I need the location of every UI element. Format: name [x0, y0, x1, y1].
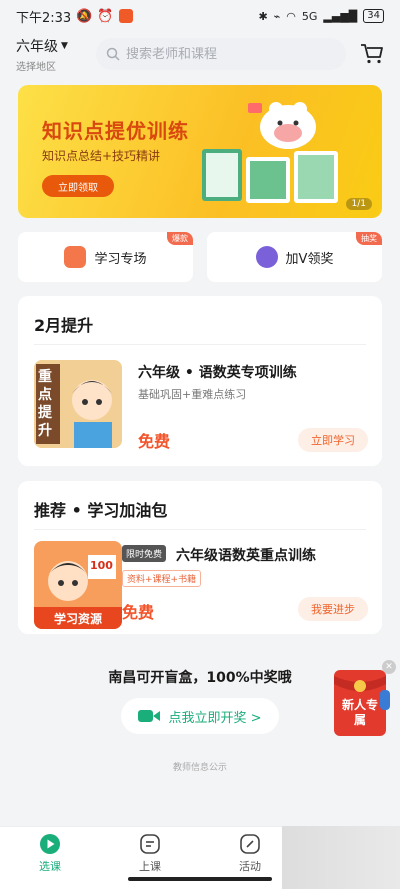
mute-icon: 🔕	[76, 8, 93, 24]
search-input[interactable]	[126, 46, 336, 62]
banner-title: 知识点提优训练	[42, 119, 189, 143]
app-notification-icon	[118, 9, 133, 23]
signal-icon: ▂▄▆█	[323, 9, 358, 23]
thumbnail-text: 学习资源	[53, 612, 102, 626]
close-icon[interactable]: ✕	[382, 660, 396, 674]
course-tags: 资料+课程+书籍	[122, 570, 202, 587]
thumbnail-score: 100	[90, 559, 113, 572]
teacher-info-link[interactable]: 教师信息公示	[0, 760, 400, 773]
divider	[34, 529, 366, 530]
divider	[34, 344, 366, 345]
section-february: 2月提升 重点提升 六年级 • 语数英专项训练 基础巩固+重难点练习 免费 立即…	[18, 296, 382, 466]
course-price: 免费	[122, 603, 155, 622]
video-icon	[138, 710, 161, 722]
limited-free-badge: 限时免费	[122, 545, 167, 562]
promo-banner[interactable]: 知识点提优训练 知识点总结+技巧精讲 立即领取 1/1	[18, 85, 382, 218]
tab-label: 活动	[239, 860, 261, 873]
vibrate-icon: ⌁	[273, 9, 281, 23]
compass-icon	[240, 834, 260, 854]
grade-selector[interactable]: 六年级 ▼ 选择地区	[16, 36, 82, 73]
home-indicator[interactable]	[128, 877, 272, 881]
wifi-icon: ◠	[286, 9, 296, 23]
section-recommend: 推荐 • 学习加油包 100 学习资源 限时免费 六年级语数英重点训练 资料+课…	[18, 481, 382, 634]
search-icon	[106, 47, 120, 61]
course-title[interactable]: 六年级语数英重点训练	[176, 545, 316, 565]
section-title: 2月提升	[34, 316, 94, 335]
tab-label: 选课	[39, 860, 61, 873]
course-desc: 基础巩固+重难点练习	[138, 388, 247, 401]
bluetooth-icon: ✱	[258, 9, 268, 23]
quick-card-label: 加V领奖	[285, 251, 334, 267]
header: 六年级 ▼ 选择地区	[0, 34, 400, 74]
class-icon	[140, 834, 160, 854]
quick-card-label: 学习专场	[94, 251, 147, 267]
start-learning-button[interactable]: 立即学习	[298, 428, 368, 452]
draw-prize-label: 点我立即开奖 >	[168, 710, 262, 726]
new-user-redpacket[interactable]: 新人专属	[332, 664, 392, 740]
status-bar: 下午2:33 🔕 ⏰ ✱ ⌁ ◠ 5G ▂▄▆█ 34	[0, 0, 400, 32]
play-circle-icon	[40, 834, 60, 854]
redpacket-text: 新人专属	[341, 698, 378, 727]
banner-page-indicator: 1/1	[345, 198, 372, 210]
battery-level: 34	[363, 9, 384, 23]
region-label: 选择地区	[16, 61, 56, 73]
caret-down-icon: ▼	[61, 40, 68, 51]
tab-label: 上课	[139, 860, 161, 873]
corner-overlay	[282, 826, 400, 889]
course-thumbnail[interactable]: 100 学习资源	[34, 541, 122, 629]
study-bag-icon	[64, 246, 87, 268]
banner-subtitle: 知识点总结+技巧精讲	[42, 149, 161, 163]
banner-claim-button[interactable]: 立即领取	[42, 175, 114, 197]
course-title[interactable]: 六年级 • 语数英专项训练	[138, 362, 297, 382]
course-price: 免费	[138, 432, 171, 451]
search-bar[interactable]	[96, 38, 346, 70]
section-title: 推荐 • 学习加油包	[34, 501, 168, 520]
quick-card-reward[interactable]: 加V领奖 抽奖	[207, 232, 382, 282]
network-type: 5G	[301, 9, 318, 23]
status-right: ✱ ⌁ ◠ 5G ▂▄▆█ 34	[258, 9, 384, 23]
lottery-tag: 抽奖	[356, 232, 382, 245]
cart-button[interactable]	[360, 41, 384, 67]
grade-label: 六年级	[16, 38, 58, 55]
course-thumbnail[interactable]: 重点提升	[34, 360, 122, 448]
gift-bag-icon	[255, 246, 278, 268]
improve-button[interactable]: 我要进步	[298, 597, 368, 621]
alarm-icon: ⏰	[97, 8, 114, 24]
status-time: 下午2:33	[16, 10, 72, 26]
tab-courses[interactable]: 选课	[0, 827, 100, 889]
quick-card-study[interactable]: 学习专场 爆款	[18, 232, 193, 282]
status-left: 下午2:33 🔕 ⏰	[16, 7, 133, 26]
banner-illustration	[202, 102, 338, 203]
hot-tag: 爆款	[167, 232, 193, 245]
draw-prize-button[interactable]: 点我立即开奖 >	[121, 698, 279, 734]
thumbnail-text: 重点提升	[38, 369, 52, 439]
cart-icon	[361, 44, 383, 64]
